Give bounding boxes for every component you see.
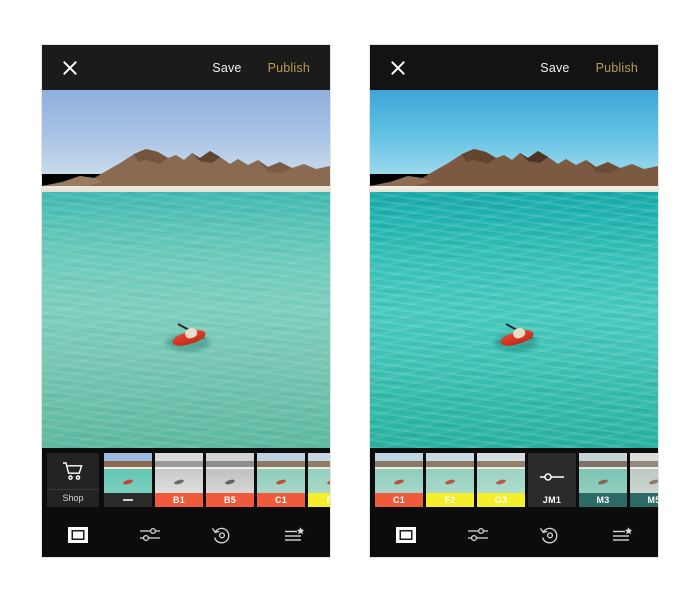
photo-canvas-left[interactable] (42, 90, 330, 448)
history-tab[interactable] (186, 512, 258, 557)
kayak-subject (494, 323, 538, 352)
filter-tile[interactable]: C1 (257, 453, 305, 507)
list-star-icon (282, 525, 306, 545)
filters-frame-icon (67, 525, 89, 545)
water-ripple-texture (42, 192, 330, 448)
filter-label: C1 (257, 493, 305, 507)
filter-strip-left[interactable]: Shop B1 B5 C1 F (42, 448, 330, 512)
filter-preview (477, 453, 525, 493)
filter-preview (426, 453, 474, 493)
sliders-adjust-icon (138, 525, 162, 545)
shopping-cart-icon (47, 453, 99, 489)
filter-label: B1 (155, 493, 203, 507)
publish-button[interactable]: Publish (266, 57, 312, 79)
phone-screen-right: Save Publish C1 F2 G3 JM1 M3 M (370, 45, 658, 557)
dash-icon (123, 499, 133, 501)
save-button[interactable]: Save (210, 57, 243, 79)
phone-screen-left: Save Publish Shop B1 B5 C1 F (42, 45, 330, 557)
filter-preview (375, 453, 423, 493)
filter-label: C1 (375, 493, 423, 507)
screenshot-stage: Save Publish Shop B1 B5 C1 F Save Publis… (0, 0, 700, 600)
filter-tile[interactable]: B5 (206, 453, 254, 507)
filter-tile[interactable]: M3 (579, 453, 627, 507)
save-button[interactable]: Save (538, 57, 571, 79)
filter-label: M3 (579, 493, 627, 507)
filter-label: G3 (477, 493, 525, 507)
filter-label: F2 (308, 493, 330, 507)
filter-preview (579, 453, 627, 493)
filter-tile[interactable]: G3 (477, 453, 525, 507)
undo-history-icon (539, 525, 561, 545)
filter-tile[interactable]: C1 (375, 453, 423, 507)
filter-preview (257, 453, 305, 493)
presets-tab[interactable] (586, 512, 658, 557)
top-action-bar-right: Save Publish (370, 45, 658, 90)
slider-adjust-icon (528, 471, 576, 483)
filter-label: F2 (426, 493, 474, 507)
water-ripple-texture (370, 192, 658, 448)
presets-tab[interactable] (258, 512, 330, 557)
looks-tab[interactable] (370, 512, 442, 557)
history-tab[interactable] (514, 512, 586, 557)
shop-button[interactable]: Shop (47, 453, 99, 507)
filter-tile[interactable]: F2 (426, 453, 474, 507)
filter-tile-selected[interactable]: JM1 (528, 453, 576, 507)
filter-strip-right[interactable]: C1 F2 G3 JM1 M3 M (370, 448, 658, 512)
list-star-icon (610, 525, 634, 545)
filter-preview (104, 453, 152, 493)
tools-tab[interactable] (114, 512, 186, 557)
close-icon[interactable] (388, 58, 408, 78)
photo-canvas-right[interactable] (370, 90, 658, 448)
looks-tab[interactable] (42, 512, 114, 557)
kayak-subject (166, 323, 210, 352)
undo-history-icon (211, 525, 233, 545)
mountain-range (42, 149, 330, 190)
filters-frame-icon (395, 525, 417, 545)
filter-label (104, 493, 152, 507)
filter-tile[interactable]: M5 (630, 453, 658, 507)
bottom-toolbar-left[interactable] (42, 512, 330, 557)
mountain-range (370, 149, 658, 190)
close-icon[interactable] (60, 58, 80, 78)
filter-tile[interactable] (104, 453, 152, 507)
filter-label: M5 (630, 493, 658, 507)
filter-label: B5 (206, 493, 254, 507)
sliders-adjust-icon (466, 525, 490, 545)
top-action-bar-left: Save Publish (42, 45, 330, 90)
publish-button[interactable]: Publish (594, 57, 640, 79)
filter-tile[interactable]: B1 (155, 453, 203, 507)
filter-preview (630, 453, 658, 493)
filter-preview (155, 453, 203, 493)
filter-preview (206, 453, 254, 493)
shop-label: Shop (47, 489, 99, 507)
bottom-toolbar-right[interactable] (370, 512, 658, 557)
filter-tile[interactable]: F2 (308, 453, 330, 507)
tools-tab[interactable] (442, 512, 514, 557)
filter-label: JM1 (528, 493, 576, 507)
filter-preview (308, 453, 330, 493)
